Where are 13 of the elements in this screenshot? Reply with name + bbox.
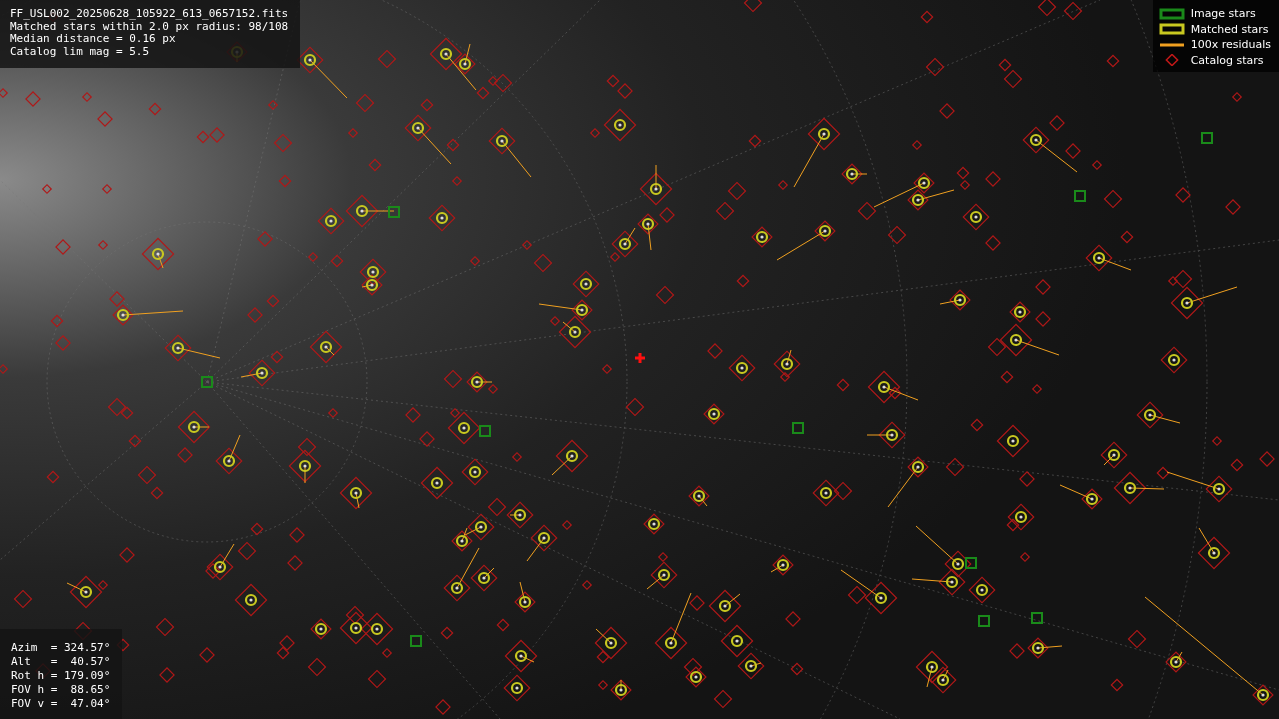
pointing-text: Alt = 40.57° — [11, 655, 111, 669]
info-text: Catalog lim mag = 5.5 — [10, 45, 151, 58]
pointing-text: FOV v = 47.04° — [11, 697, 111, 711]
info-text: FF_USL002_20250628_105922_613_0657152.fits — [10, 8, 289, 21]
legend-label: Matched stars — [1190, 22, 1269, 36]
info-text: Matched stars within 2.0 px radius: 98/108 — [10, 20, 289, 33]
pointing-text: Azim = 324.57° — [11, 641, 111, 655]
pointing-text: FOV h = 88.65° — [11, 683, 111, 697]
legend-label: Catalog stars — [1190, 53, 1264, 67]
pointing-text: Rot h = 179.09° — [11, 669, 111, 683]
legend-label: Image stars — [1190, 7, 1256, 21]
legend-label: 100x residuals — [1190, 38, 1271, 52]
info-text: Median distance = 0.16 px — [10, 33, 177, 46]
